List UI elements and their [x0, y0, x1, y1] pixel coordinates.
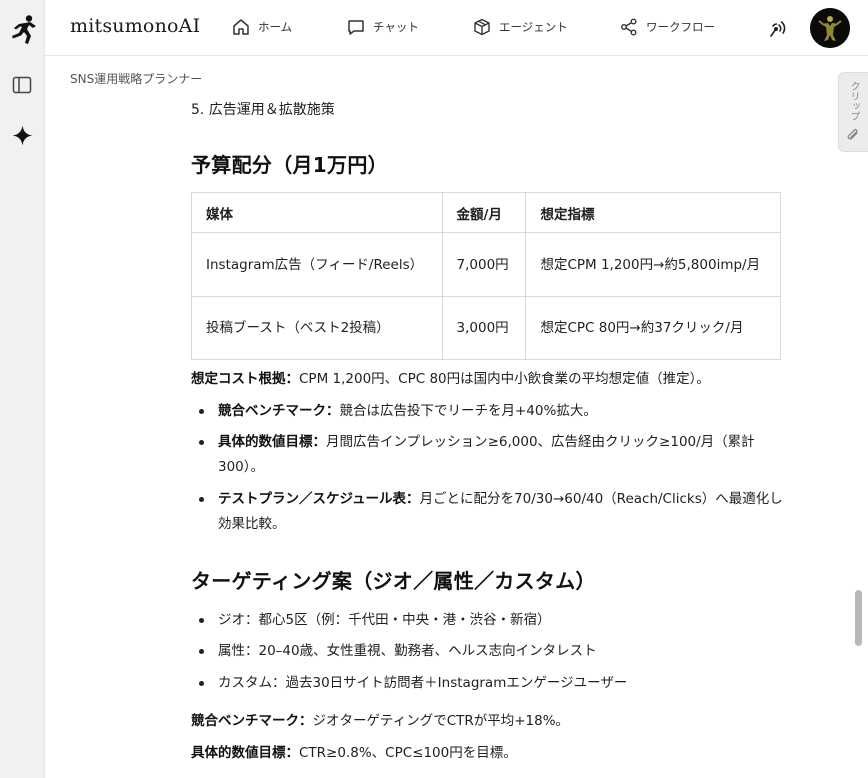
list-item: カスタム：過去30日サイト訪問者＋Instagramエンゲージユーザー — [191, 671, 786, 696]
targeting-goal-text: CTR≥0.8%、CPC≤100円を目標。 — [299, 745, 517, 761]
breadcrumb[interactable]: SNS運用戦略プランナー — [70, 70, 202, 87]
home-icon — [233, 19, 249, 35]
bullet-label: 具体的数値目標： — [218, 434, 326, 450]
table-row: Instagram広告（フィード/Reels） 7,000円 想定CPM 1,2… — [191, 232, 781, 297]
sidebar-toggle-icon[interactable] — [12, 75, 32, 95]
bullet-label: 競合ベンチマーク： — [218, 403, 340, 419]
nav-home[interactable]: ホーム — [232, 16, 292, 38]
table-cell-metric: 想定CPM 1,200円→約5,800imp/月 — [525, 232, 781, 297]
table-cell-metric: 想定CPC 80円→約37クリック/月 — [525, 296, 781, 360]
brand-name[interactable]: mitsumonoAI — [70, 15, 200, 37]
cost-basis-text: CPM 1,200円、CPC 80円は国内中小飲食業の平均想定値（推定）。 — [299, 371, 710, 387]
cost-basis-paragraph: 想定コスト根拠：CPM 1,200円、CPC 80円は国内中小飲食業の平均想定値… — [191, 367, 786, 392]
targeting-goal-paragraph: 具体的数値目標：CTR≥0.8%、CPC≤100円を目標。 — [191, 741, 786, 766]
table-cell-media: 投稿ブースト（ベスト2投稿） — [191, 296, 443, 360]
clip-side-tab[interactable]: クリップ — [838, 72, 868, 152]
table-header-cell: 金額/月 — [441, 192, 527, 233]
chat-icon — [348, 20, 364, 35]
scrollbar-thumb[interactable] — [855, 590, 862, 646]
table-cell-amount: 7,000円 — [441, 232, 527, 297]
table-row: 投稿ブースト（ベスト2投稿） 3,000円 想定CPC 80円→約37クリック/… — [191, 296, 781, 360]
share-icon — [621, 18, 637, 36]
clip-tab-label: クリップ — [848, 81, 859, 121]
targeting-goal-label: 具体的数値目標： — [191, 745, 299, 761]
runner-logo-icon[interactable] — [8, 14, 38, 46]
broadcast-icon[interactable] — [767, 16, 789, 38]
targeting-bench-label: 競合ベンチマーク： — [191, 713, 313, 729]
paperclip-icon — [847, 128, 858, 140]
table-header-row: 媒体 金額/月 想定指標 — [191, 192, 781, 233]
top-header: mitsumonoAI ホーム チャット エージェント ワークフロー — [45, 0, 868, 56]
list-item: テストプラン／スケジュール表：月ごとに配分を70/30→60/40（Reach/… — [191, 487, 786, 537]
nav-agent[interactable]: エージェント — [473, 16, 568, 38]
budget-heading: 予算配分（月1万円） — [191, 153, 388, 177]
list-item-5: 5. 広告運用＆拡散施策 — [191, 102, 335, 118]
table-cell-media: Instagram広告（フィード/Reels） — [191, 232, 443, 297]
targeting-bench-paragraph: 競合ベンチマーク：ジオターゲティングでCTRが平均+18%。 — [191, 709, 786, 734]
table-header-cell: 媒体 — [191, 192, 443, 233]
list-item: 競合ベンチマーク：競合は広告投下でリーチを月+40%拡大。 — [191, 399, 786, 424]
nav-home-label: ホーム — [258, 20, 293, 34]
cost-basis-label: 想定コスト根拠： — [191, 371, 299, 387]
nav-agent-label: エージェント — [499, 20, 568, 34]
sparkle-icon[interactable] — [12, 125, 33, 146]
budget-table: 媒体 金額/月 想定指標 Instagram広告（フィード/Reels） 7,0… — [191, 192, 781, 360]
list-item: ジオ：都心5区（例：千代田・中央・港・渋谷・新宿） — [191, 608, 786, 633]
nav-chat-label: チャット — [373, 20, 419, 34]
nav-workflow[interactable]: ワークフロー — [620, 16, 715, 38]
table-cell-amount: 3,000円 — [441, 296, 527, 360]
left-rail — [0, 0, 45, 778]
nav-workflow-label: ワークフロー — [646, 20, 715, 34]
targeting-heading: ターゲティング案（ジオ／属性／カスタム） — [191, 569, 596, 593]
list-item: 具体的数値目標：月間広告インプレッション≥6,000、広告経由クリック≥100/… — [191, 430, 786, 480]
list-item: 属性：20–40歳、女性重視、勤務者、ヘルス志向インタレスト — [191, 639, 786, 664]
bullet-label: テストプラン／スケジュール表： — [218, 491, 420, 507]
avatar[interactable] — [810, 8, 850, 48]
main-content: SNS運用戦略プランナー 5. 広告運用＆拡散施策 予算配分（月1万円） 媒体 … — [45, 56, 868, 778]
table-header-cell: 想定指標 — [525, 192, 781, 233]
bullet-text: 競合は広告投下でリーチを月+40%拡大。 — [339, 403, 597, 419]
targeting-bench-text: ジオターゲティングでCTRが平均+18%。 — [312, 713, 570, 729]
nav-chat[interactable]: チャット — [347, 16, 419, 38]
cube-icon — [474, 18, 490, 36]
